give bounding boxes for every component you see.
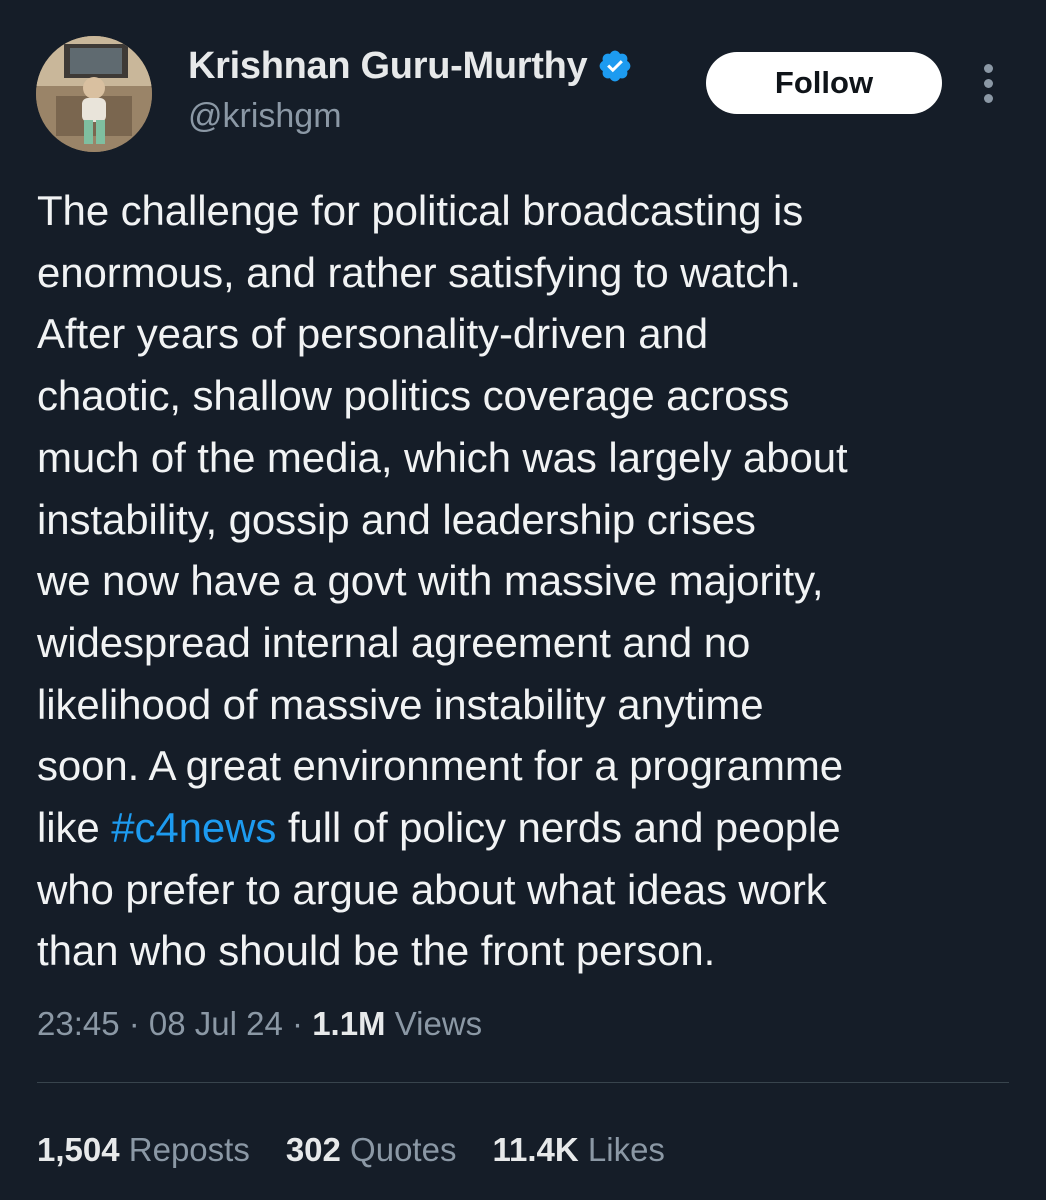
quotes-label: Quotes <box>340 1131 457 1168</box>
tweet-line: soon. A great environment for a programm… <box>37 742 843 790</box>
hashtag-link[interactable]: #c4news <box>111 804 276 851</box>
avatar[interactable] <box>36 36 152 152</box>
avatar-photo-icon <box>36 36 152 152</box>
tweet-time[interactable]: 23:45 <box>37 1005 120 1042</box>
tweet-line: The challenge for political broadcasting… <box>37 187 804 234</box>
more-dot <box>983 63 993 73</box>
reposts-label: Reposts <box>119 1131 250 1168</box>
tweet-line: much of the media, which was largely abo… <box>37 433 848 481</box>
more-dot <box>983 78 993 88</box>
tweet-meta: 23:45 · 08 Jul 24 · 1.1M Views <box>37 1002 482 1046</box>
follow-button[interactable]: Follow <box>706 52 942 114</box>
quotes-stat[interactable]: 302 Quotes <box>286 1128 457 1172</box>
tweet-line: we now have a govt with massive majority… <box>37 557 824 605</box>
reposts-stat[interactable]: 1,504 Reposts <box>37 1128 250 1172</box>
views-label: Views <box>385 1005 483 1042</box>
tweet-line: who prefer to argue about what ideas wor… <box>37 865 827 913</box>
tweet-line: than who should be the front person. <box>37 927 716 975</box>
tweet-line: After years of personality-driven and <box>37 310 708 358</box>
meta-separator: · <box>282 1005 313 1042</box>
more-options-icon[interactable] <box>972 58 1004 108</box>
author-info: Krishnan Guru-Murthy @krishgm <box>188 44 633 136</box>
more-dot <box>983 93 993 103</box>
views-count[interactable]: 1.1M <box>312 1005 385 1042</box>
name-row: Krishnan Guru-Murthy <box>188 44 633 88</box>
tweet-line: chaotic, shallow politics coverage acros… <box>37 372 790 420</box>
reposts-count: 1,504 <box>37 1131 120 1168</box>
author-display-name[interactable]: Krishnan Guru-Murthy <box>188 44 588 88</box>
likes-label: Likes <box>578 1131 665 1168</box>
likes-stat[interactable]: 11.4K Likes <box>492 1128 664 1172</box>
tweet-date[interactable]: 08 Jul 24 <box>149 1005 283 1042</box>
author-handle[interactable]: @krishgm <box>188 96 633 136</box>
likes-count: 11.4K <box>492 1131 579 1168</box>
tweet-line: widespread internal agreement and no <box>37 618 751 666</box>
tweet-line: enormous, and rather satisfying to watch… <box>37 248 801 296</box>
tweet-text: The challenge for political broadcasting… <box>37 180 1027 982</box>
divider <box>37 1082 1009 1083</box>
tweet-line: instability, gossip and leadership crise… <box>37 495 756 543</box>
engagement-stats: 1,504 Reposts 302 Quotes 11.4K Likes <box>37 1128 665 1172</box>
meta-separator: · <box>119 1005 149 1042</box>
tweet-header: Krishnan Guru-Murthy @krishgm Follow <box>0 0 1046 160</box>
verified-badge-icon[interactable] <box>597 48 633 84</box>
tweet-line-hashtag: like #c4news full of policy nerds and pe… <box>37 797 1027 859</box>
hashtag-prefix: like <box>37 804 112 852</box>
hashtag-suffix: full of policy nerds and people <box>276 804 841 852</box>
tweet-line: likelihood of massive instability anytim… <box>37 680 764 728</box>
quotes-count: 302 <box>285 1131 341 1168</box>
